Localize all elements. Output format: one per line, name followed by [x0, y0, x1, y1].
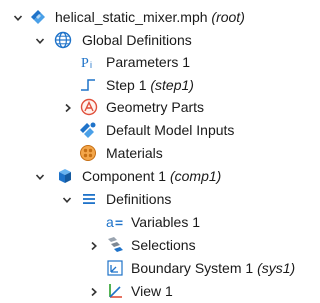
chevron-down-icon[interactable]	[61, 188, 73, 211]
svg-text:i: i	[90, 60, 92, 70]
chevron-down-icon[interactable]	[34, 29, 46, 52]
tree-node-label: Default Model Inputs	[106, 122, 235, 138]
tree-node-label: helical_static_mixer.mph (root)	[55, 9, 245, 25]
tree-node-label: Step 1 (step1)	[106, 77, 194, 93]
tree-node-tag: (sys1)	[257, 260, 296, 276]
step-function-icon	[79, 76, 97, 94]
view-axes-icon	[106, 282, 124, 300]
selections-icon	[106, 236, 124, 254]
tree-node-label: Boundary System 1 (sys1)	[131, 260, 296, 276]
chevron-down-icon[interactable]	[12, 6, 24, 29]
tree-node-label: Parameters 1	[106, 54, 191, 70]
tree-node-global-definitions[interactable]: Global Definitions	[0, 29, 309, 52]
definitions-list-icon	[80, 190, 98, 208]
tree-node-label: Global Definitions	[82, 32, 192, 48]
model-inputs-icon	[79, 121, 97, 139]
tree-node-label: Geometry Parts	[106, 99, 205, 115]
model-root-icon	[29, 8, 47, 26]
chevron-down-icon[interactable]	[34, 165, 46, 188]
tree-node-label: Materials	[106, 145, 163, 161]
tree-node-tag: (comp1)	[169, 168, 222, 184]
component-cube-icon	[56, 167, 74, 185]
chevron-right-icon[interactable]	[88, 234, 100, 257]
tree-node-label: Component 1 (comp1)	[82, 168, 222, 184]
tree-node-step[interactable]: Step 1 (step1)	[0, 74, 309, 97]
chevron-right-icon[interactable]	[88, 280, 100, 303]
globe-icon	[54, 31, 72, 49]
svg-text:P: P	[81, 56, 89, 71]
tree-node-label: Definitions	[106, 191, 172, 207]
tree-node-boundary-system[interactable]: Boundary System 1 (sys1)	[0, 257, 309, 280]
geometry-parts-icon	[80, 98, 98, 116]
svg-text:a: a	[106, 214, 114, 230]
tree-node-label: Variables 1	[131, 214, 201, 230]
tree-node-materials[interactable]: Materials	[0, 142, 309, 165]
tree-node-root[interactable]: helical_static_mixer.mph (root)	[0, 6, 309, 29]
tree-node-selections[interactable]: Selections	[0, 234, 309, 257]
tree-node-tag: (step1)	[150, 77, 194, 93]
tree-node-label: View 1	[131, 283, 173, 299]
tree-node-component[interactable]: Component 1 (comp1)	[0, 165, 309, 188]
tree-node-tag: (root)	[211, 9, 245, 25]
tree-node-parameters[interactable]: P i Parameters 1	[0, 51, 309, 74]
tree-node-variables[interactable]: a Variables 1	[0, 211, 309, 234]
chevron-right-icon[interactable]	[62, 96, 74, 119]
tree-node-label: Selections	[131, 237, 196, 253]
boundary-system-icon	[106, 259, 124, 277]
tree-node-default-model-inputs[interactable]: Default Model Inputs	[0, 119, 309, 142]
tree-node-view[interactable]: View 1	[0, 280, 309, 303]
variables-icon: a	[106, 213, 124, 231]
model-builder-tree: helical_static_mixer.mph (root) Global D…	[0, 0, 309, 303]
parameters-pi-icon: P i	[79, 53, 97, 71]
tree-node-geometry-parts[interactable]: Geometry Parts	[0, 96, 309, 119]
tree-node-definitions[interactable]: Definitions	[0, 188, 309, 211]
materials-icon	[79, 144, 97, 162]
